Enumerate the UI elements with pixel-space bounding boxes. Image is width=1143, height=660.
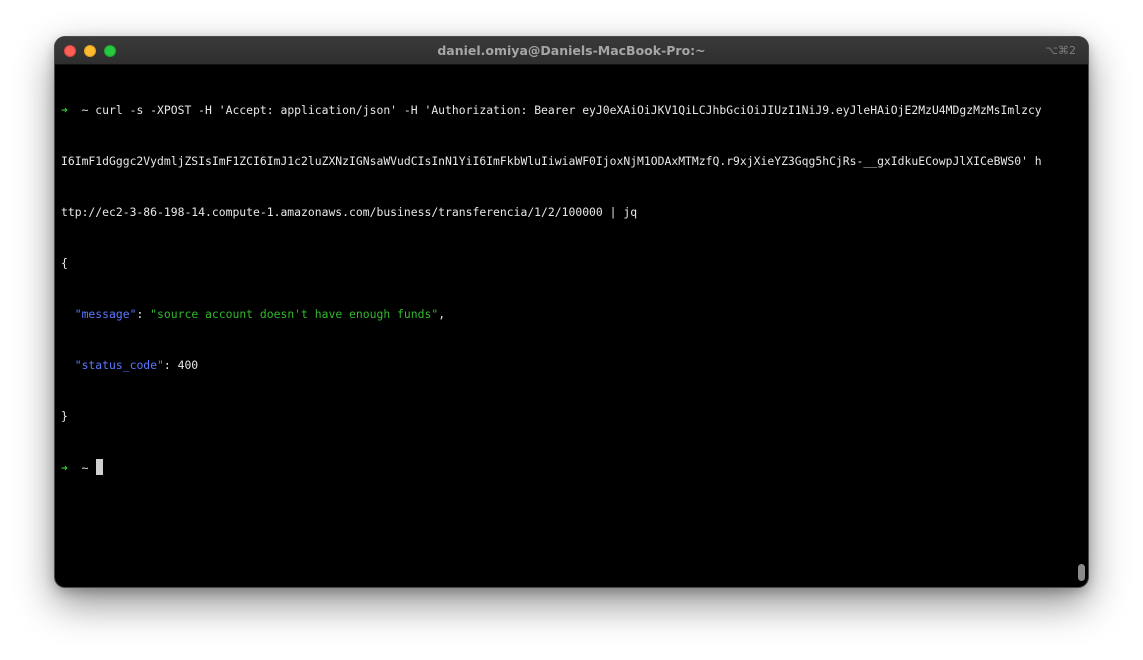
title-bar: daniel.omiya@Daniels-MacBook-Pro:~ ⌥⌘2 xyxy=(55,37,1088,65)
json-value: "source account doesn't have enough fund… xyxy=(150,307,439,321)
terminal-output[interactable]: ➜ ~ curl -s -XPOST -H 'Accept: applicati… xyxy=(61,68,1074,583)
json-separator: : xyxy=(163,358,178,372)
prompt-directory: ~ xyxy=(81,103,89,117)
json-comma: , xyxy=(438,307,446,321)
command-line-1: ➜ ~ curl -s -XPOST -H 'Accept: applicati… xyxy=(61,102,1074,119)
command-line-3: ttp://ec2-3-86-198-14.compute-1.amazonaw… xyxy=(61,205,638,219)
json-open-brace: { xyxy=(61,256,68,270)
tab-shortcut: ⌥⌘2 xyxy=(1045,44,1076,57)
scrollbar[interactable] xyxy=(1078,564,1085,581)
window-title: daniel.omiya@Daniels-MacBook-Pro:~ xyxy=(437,43,706,58)
terminal-window: daniel.omiya@Daniels-MacBook-Pro:~ ⌥⌘2 ➜… xyxy=(55,37,1088,587)
prompt-arrow-icon: ➜ xyxy=(61,103,68,117)
json-close-brace: } xyxy=(61,409,68,423)
json-key: "message" xyxy=(74,307,137,321)
prompt-arrow-icon: ➜ xyxy=(61,461,68,475)
json-value: 400 xyxy=(177,358,199,372)
json-key: "status_code" xyxy=(74,358,164,372)
active-prompt: ➜ ~ xyxy=(61,459,1074,476)
json-entry-message: "message": "source account doesn't have … xyxy=(61,306,1074,323)
json-separator: : xyxy=(136,307,151,321)
command-line-2: I6ImF1dGggc2VydmljZSIsImF1ZCI6ImJ1c2luZX… xyxy=(61,154,1042,168)
text-cursor xyxy=(96,459,104,475)
command-text: curl -s -XPOST -H 'Accept: application/j… xyxy=(95,103,1042,117)
prompt-directory: ~ xyxy=(81,461,89,475)
json-entry-status-code: "status_code": 400 xyxy=(61,357,1074,374)
